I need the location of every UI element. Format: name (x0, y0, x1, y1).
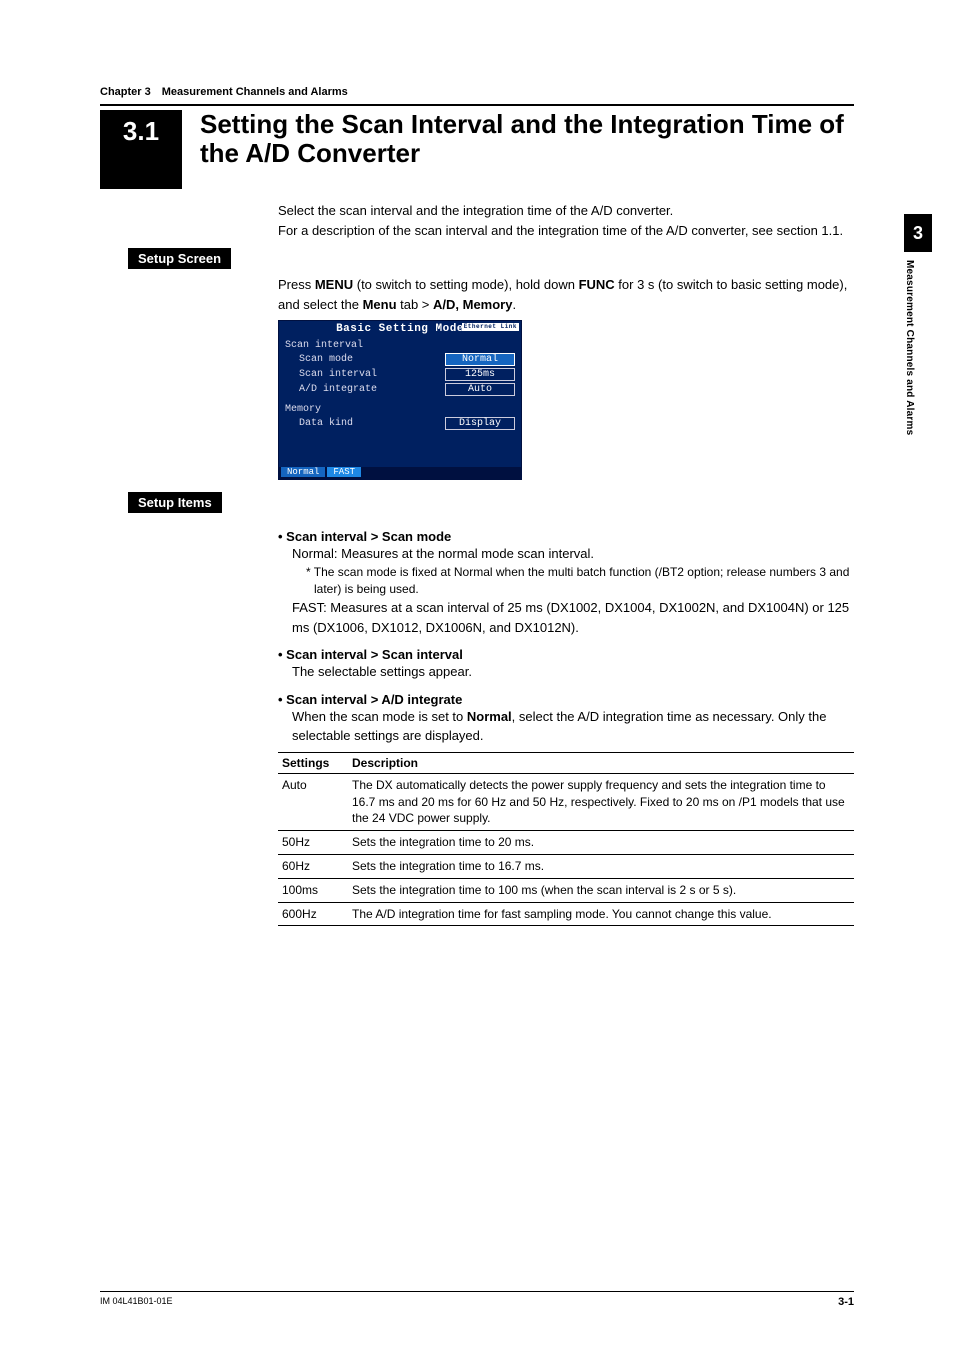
footer-opt[interactable]: FAST (327, 467, 361, 477)
table-row: AutoThe DX automatically detects the pow… (278, 773, 854, 830)
item-head: Scan interval > Scan interval (278, 647, 854, 662)
intro-p2: For a description of the scan interval a… (278, 221, 854, 241)
sc-field[interactable]: Auto (445, 383, 515, 396)
item-body: The selectable settings appear. (292, 662, 854, 682)
item-scan-interval: Scan interval > Scan interval The select… (278, 647, 854, 682)
intro-p1: Select the scan interval and the integra… (278, 201, 854, 221)
item-ad-integrate: Scan interval > A/D integrate When the s… (278, 692, 854, 927)
settings-table: Settings Description AutoThe DX automati… (278, 752, 854, 927)
section-title-row: 3.1 Setting the Scan Interval and the In… (100, 110, 854, 189)
sc-row-label: Scan mode (299, 354, 353, 365)
item-scan-mode: Scan interval > Scan mode Normal: Measur… (278, 529, 854, 637)
divider (100, 104, 854, 106)
item-head: Scan interval > Scan mode (278, 529, 854, 544)
sc-row-label: A/D integrate (299, 384, 377, 395)
intro-block: Select the scan interval and the integra… (278, 201, 854, 240)
sc-row-label: Scan interval (299, 369, 377, 380)
setup-screen-label: Setup Screen (128, 248, 231, 269)
section-title: Setting the Scan Interval and the Integr… (200, 110, 854, 168)
ethernet-badge: Ethernet Link (462, 323, 519, 331)
device-screenshot: Basic Setting Mode Ethernet Link Scan in… (278, 320, 522, 480)
screenshot-footer: Normal FAST (279, 467, 521, 479)
footer-page-num: 3-1 (838, 1296, 854, 1308)
sc-group1: Scan interval (285, 340, 363, 351)
table-row: 50HzSets the integration time to 20 ms. (278, 831, 854, 855)
sc-group2: Memory (285, 404, 321, 415)
item-body: FAST: Measures at a scan interval of 25 … (292, 598, 854, 637)
screenshot-title: Basic Setting Mode Ethernet Link (279, 321, 521, 337)
item-footnote: * The scan mode is fixed at Normal when … (306, 564, 854, 599)
side-tab: 3 Measurement Channels and Alarms (904, 214, 932, 552)
table-row: 60HzSets the integration time to 16.7 ms… (278, 854, 854, 878)
table-header: Description (348, 752, 854, 773)
table-row: 100msSets the integration time to 100 ms… (278, 878, 854, 902)
item-body: When the scan mode is set to Normal, sel… (292, 707, 854, 746)
setup-items-block: Scan interval > Scan mode Normal: Measur… (278, 529, 854, 926)
table-header: Settings (278, 752, 348, 773)
table-row: 600HzThe A/D integration time for fast s… (278, 902, 854, 926)
chapter-line: Chapter 3 Measurement Channels and Alarm… (100, 86, 854, 98)
footer-opt[interactable]: Normal (281, 467, 325, 477)
section-number-box: 3.1 (100, 110, 182, 189)
setup-screen-block: Press MENU (to switch to setting mode), … (278, 275, 854, 480)
side-tab-chapter-num: 3 (904, 214, 932, 252)
sc-row-label: Data kind (299, 418, 353, 429)
item-head: Scan interval > A/D integrate (278, 692, 854, 707)
setup-items-label: Setup Items (128, 492, 222, 513)
side-tab-chapter-title: Measurement Channels and Alarms (904, 252, 915, 512)
item-body: Normal: Measures at the normal mode scan… (292, 544, 854, 564)
footer-doc-id: IM 04L41B01-01E (100, 1296, 173, 1308)
sc-field[interactable]: Normal (445, 353, 515, 366)
page-footer: IM 04L41B01-01E 3-1 (100, 1291, 854, 1308)
sc-field[interactable]: Display (445, 417, 515, 430)
setup-instruction: Press MENU (to switch to setting mode), … (278, 275, 854, 314)
sc-field[interactable]: 125ms (445, 368, 515, 381)
